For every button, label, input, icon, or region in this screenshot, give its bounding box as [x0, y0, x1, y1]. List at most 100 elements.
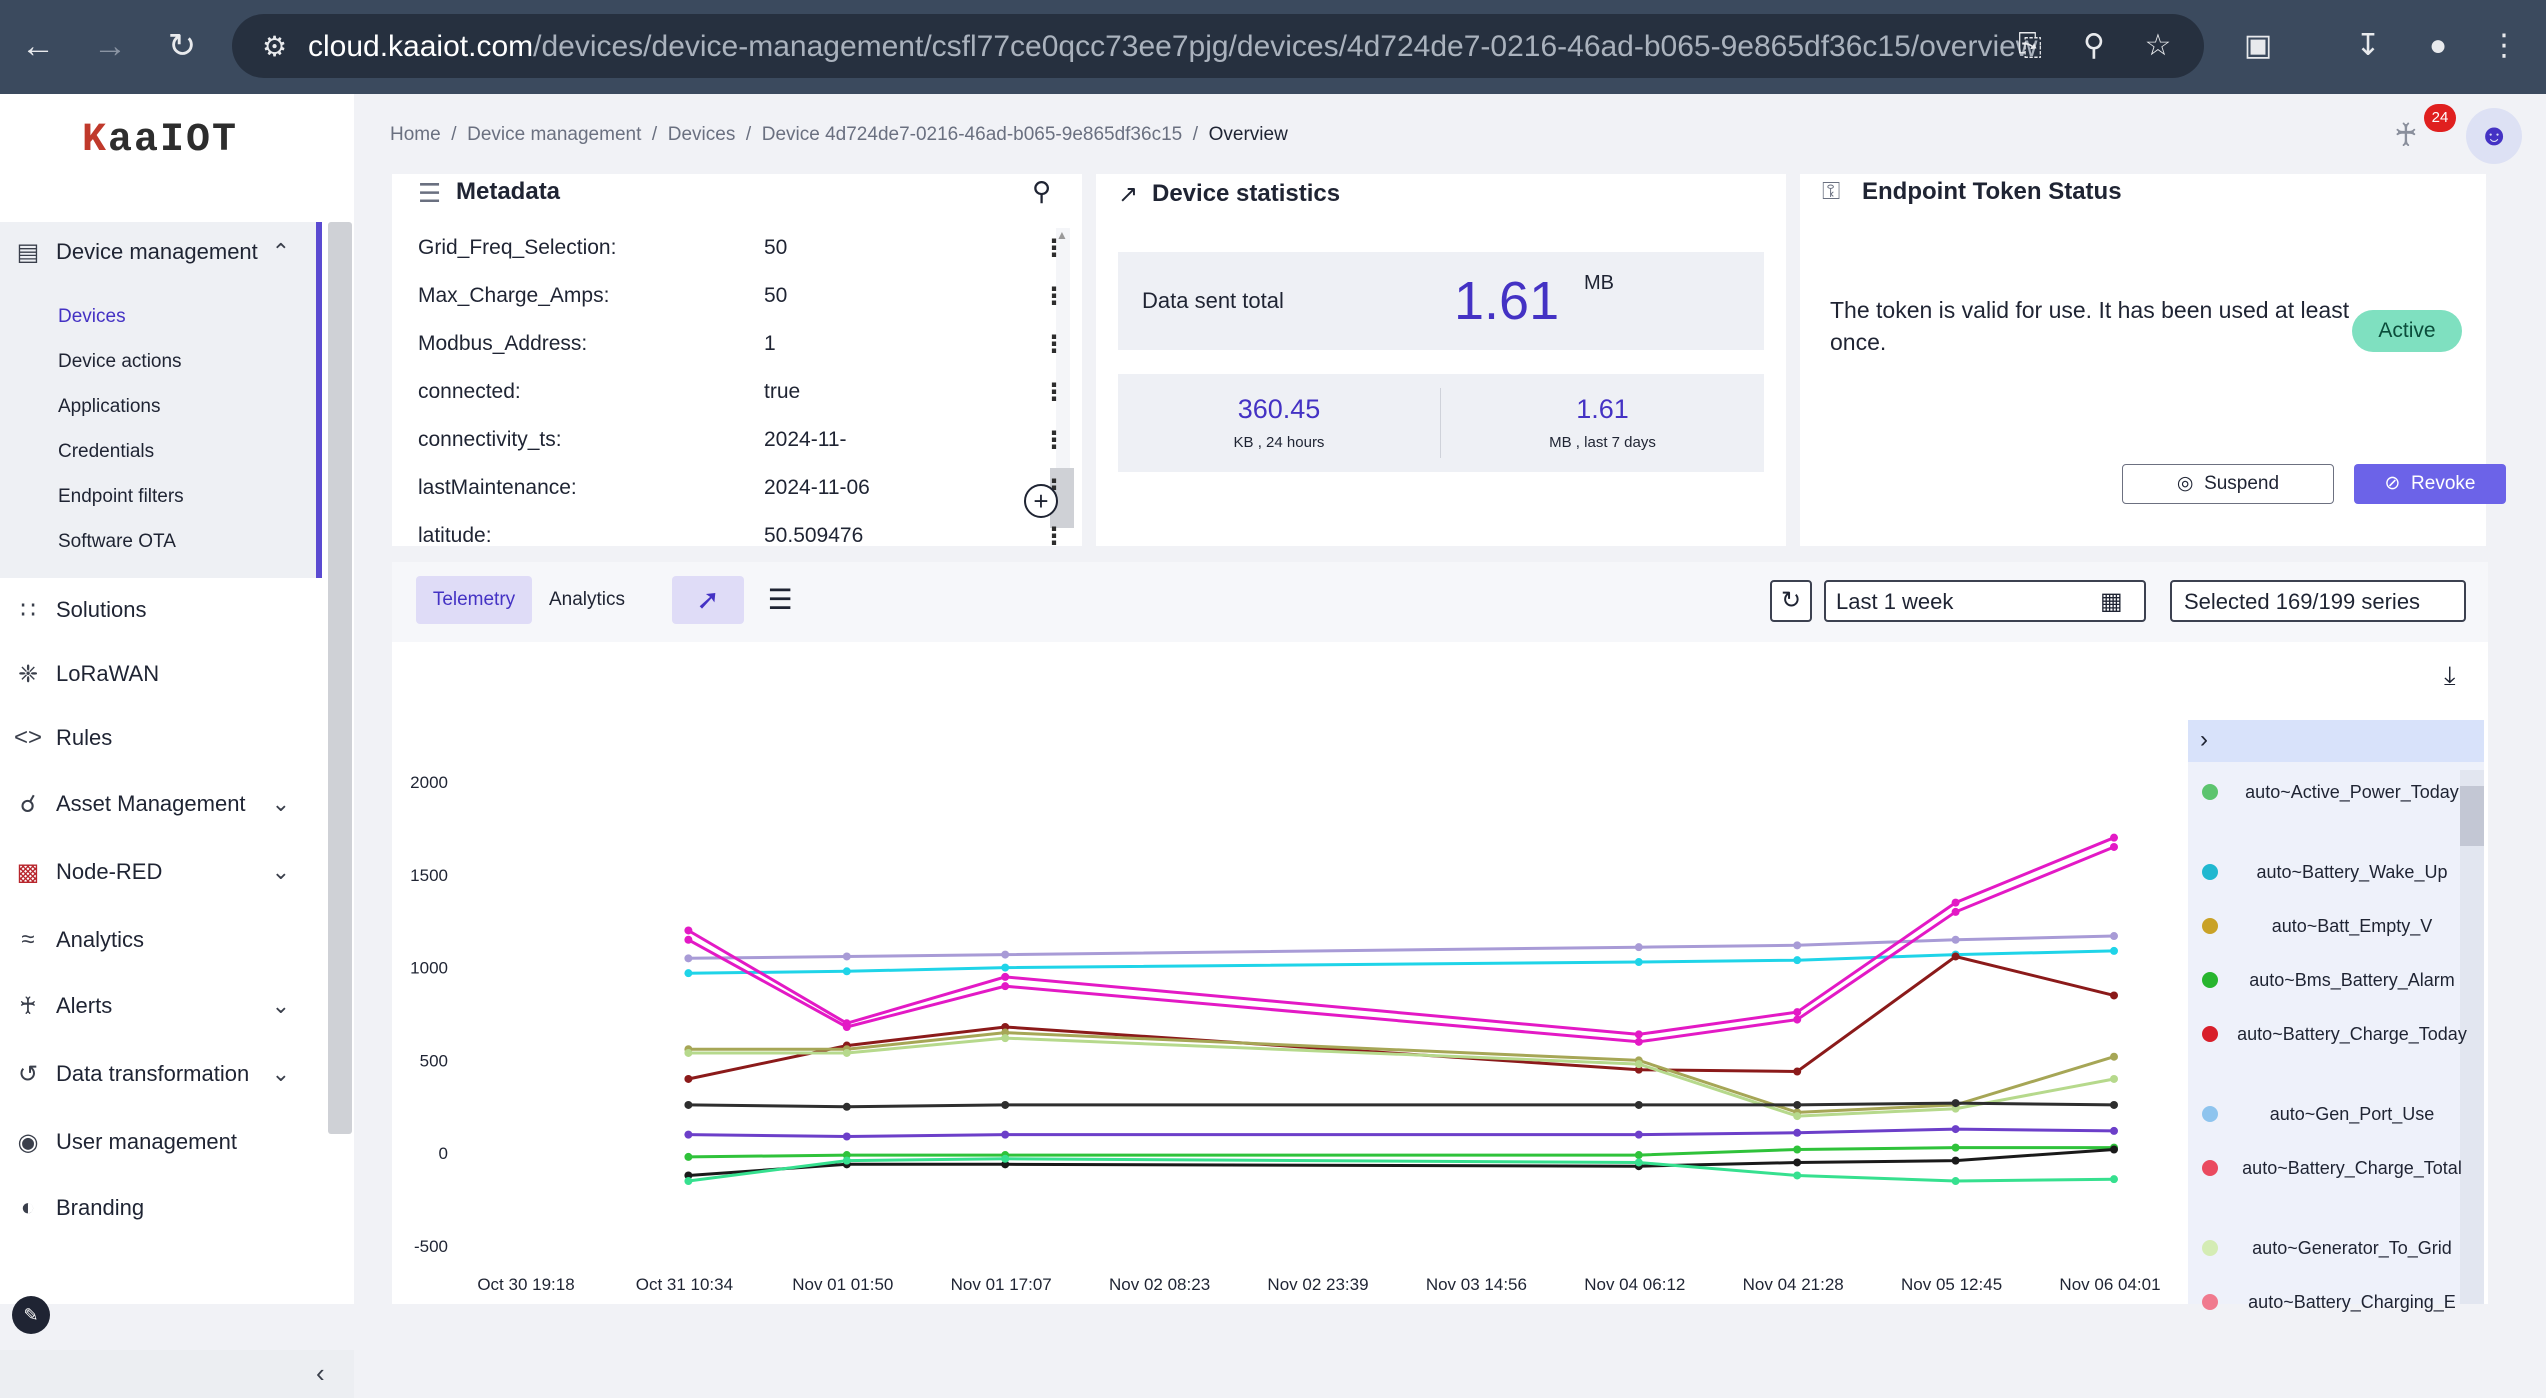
period-selector[interactable]: Last 1 week ▦	[1824, 580, 2146, 622]
series-point[interactable]	[1634, 1151, 1643, 1160]
series-point[interactable]	[1634, 1158, 1643, 1167]
series-point[interactable]	[1634, 1030, 1643, 1039]
install-icon[interactable]: ⎘	[2006, 22, 2054, 70]
series-point[interactable]	[1793, 1145, 1802, 1154]
series-point[interactable]	[1951, 1177, 1960, 1186]
series-point[interactable]	[1793, 1112, 1802, 1121]
table-view-icon[interactable]: ☰	[744, 576, 816, 624]
downloads-icon[interactable]: ↧	[2344, 22, 2392, 70]
series-point[interactable]	[2110, 842, 2118, 851]
series-point[interactable]	[1634, 1100, 1643, 1109]
site-info-icon[interactable]: ⚙	[262, 30, 287, 63]
series-point[interactable]	[684, 935, 693, 944]
breadcrumb-home[interactable]: Home	[390, 124, 441, 145]
suspend-button[interactable]: ◎ Suspend	[2122, 464, 2334, 504]
series-point[interactable]	[842, 1102, 851, 1111]
chat-icon[interactable]: ✎	[12, 1296, 50, 1334]
user-avatar[interactable]: ☻	[2466, 108, 2522, 164]
series-point[interactable]	[1793, 1171, 1802, 1180]
profile-icon[interactable]: ●	[2414, 22, 2462, 70]
search-icon[interactable]: ⚲	[1032, 176, 1051, 207]
series-point[interactable]	[1951, 898, 1960, 907]
row-menu-icon[interactable]: ⋮	[1042, 330, 1066, 359]
series-line[interactable]	[688, 954, 2115, 1081]
tab-telemetry[interactable]: Telemetry	[416, 576, 532, 624]
series-point[interactable]	[842, 952, 851, 961]
series-point[interactable]	[2110, 1145, 2118, 1154]
sidebar-item-node-red[interactable]: ▩ Node-RED ⌄	[0, 842, 320, 902]
chevron-up-icon[interactable]: ⌃	[272, 239, 290, 265]
series-point[interactable]	[684, 926, 693, 935]
sidebar-item-analytics[interactable]: ≈ Analytics	[0, 910, 320, 970]
series-point[interactable]	[2110, 1126, 2118, 1135]
legend-item[interactable]: auto~Battery_Charge_Today	[2188, 1022, 2488, 1046]
series-point[interactable]	[684, 969, 693, 978]
sidebar-subitem-software-ota[interactable]: Software OTA	[58, 531, 176, 553]
series-point[interactable]	[1793, 1158, 1802, 1167]
sidebar-subitem-credentials[interactable]: Credentials	[58, 441, 154, 463]
series-point[interactable]	[1634, 1037, 1643, 1046]
series-point[interactable]	[684, 1048, 693, 1057]
series-line[interactable]	[688, 949, 2115, 975]
sidebar-item-branding[interactable]: ◐ Branding	[0, 1178, 320, 1238]
series-point[interactable]	[1793, 1100, 1802, 1109]
row-menu-icon[interactable]: ⋮	[1042, 426, 1066, 455]
series-point[interactable]	[842, 1048, 851, 1057]
revoke-button[interactable]: ⊘ Revoke	[2354, 464, 2506, 504]
extensions-icon[interactable]: ▣	[2234, 22, 2282, 70]
sidebar-item-device-management[interactable]: ▤ Device management ⌃	[0, 222, 320, 282]
row-menu-icon[interactable]: ⋮	[1042, 234, 1066, 263]
sidebar-item-asset-management[interactable]: ☌ Asset Management ⌄	[0, 774, 320, 834]
telemetry-line-chart[interactable]: 2000 1500 1000 500 0 -500 Oct 30 19:18 Oct 31 1…	[392, 642, 2202, 1304]
series-point[interactable]	[1634, 1060, 1643, 1069]
legend-item[interactable]: auto~Battery_Charge_Total	[2188, 1156, 2488, 1180]
line-chart-view-icon[interactable]: ➚	[672, 576, 744, 624]
legend-item[interactable]: auto~Active_Power_Today	[2188, 780, 2488, 804]
series-point[interactable]	[1951, 1143, 1960, 1152]
series-point[interactable]	[1001, 950, 1010, 959]
row-menu-icon[interactable]: ⋮	[1042, 378, 1066, 407]
chevron-down-icon[interactable]: ⌄	[272, 1061, 290, 1087]
legend-item[interactable]: auto~Gen_Port_Use	[2188, 1102, 2488, 1126]
series-selector[interactable]: Selected 169/199 series	[2170, 580, 2466, 622]
series-point[interactable]	[1793, 1128, 1802, 1137]
calendar-icon[interactable]: ▦	[2100, 587, 2123, 616]
tab-analytics[interactable]: Analytics	[532, 576, 642, 624]
series-point[interactable]	[684, 1074, 693, 1083]
chevron-right-icon[interactable]: ›	[2200, 726, 2208, 754]
series-point[interactable]	[2110, 1052, 2118, 1061]
series-point[interactable]	[842, 1132, 851, 1141]
sidebar-item-alerts[interactable]: ♰ Alerts ⌄	[0, 976, 320, 1036]
sidebar-subitem-device-actions[interactable]: Device actions	[58, 351, 182, 373]
series-point[interactable]	[2110, 991, 2118, 1000]
breadcrumb-device[interactable]: Device 4d724de7-0216-46ad-b065-9e865df36…	[762, 124, 1182, 145]
series-point[interactable]	[1634, 943, 1643, 952]
legend-item[interactable]: auto~Bms_Battery_Alarm	[2188, 968, 2488, 992]
series-point[interactable]	[1634, 1130, 1643, 1139]
back-icon[interactable]: ←	[14, 22, 62, 70]
series-point[interactable]	[684, 1100, 693, 1109]
series-point[interactable]	[1951, 1125, 1960, 1134]
series-point[interactable]	[1951, 907, 1960, 916]
series-point[interactable]	[842, 1022, 851, 1031]
series-point[interactable]	[1001, 963, 1010, 972]
series-point[interactable]	[684, 954, 693, 963]
breadcrumb-device-management[interactable]: Device management	[467, 124, 641, 145]
series-point[interactable]	[1001, 1034, 1010, 1043]
zoom-icon[interactable]: ⚲	[2070, 22, 2118, 70]
kaaiot-logo[interactable]: KaaIOT	[82, 118, 238, 163]
bookmark-star-icon[interactable]: ☆	[2134, 22, 2182, 70]
notifications-bell-icon[interactable]: ♰	[2394, 116, 2418, 154]
sidebar-subitem-applications[interactable]: Applications	[58, 396, 160, 418]
series-point[interactable]	[2110, 1100, 2118, 1109]
forward-icon[interactable]: →	[86, 22, 134, 70]
series-point[interactable]	[1793, 956, 1802, 965]
legend-item[interactable]: auto~Batt_Empty_V	[2188, 914, 2488, 938]
series-point[interactable]	[1634, 958, 1643, 967]
sidebar-item-solutions[interactable]: ∷ Solutions	[0, 580, 320, 640]
series-point[interactable]	[2110, 1074, 2118, 1083]
series-line[interactable]	[688, 1146, 2114, 1159]
sidebar-item-rules[interactable]: <> Rules	[0, 708, 320, 768]
series-point[interactable]	[1001, 982, 1010, 991]
sidebar-scrollbar[interactable]	[328, 222, 352, 1134]
